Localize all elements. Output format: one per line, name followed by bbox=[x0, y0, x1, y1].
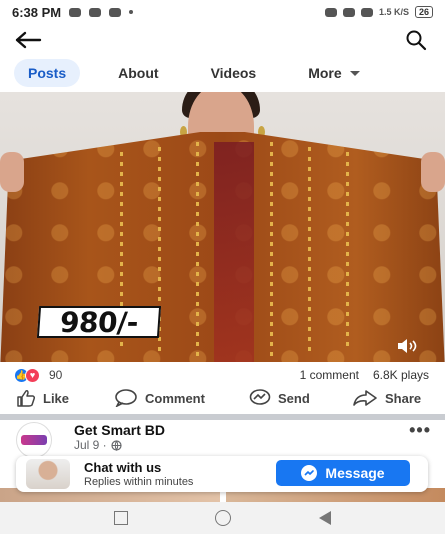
post-options-button[interactable]: ••• bbox=[409, 420, 431, 441]
tab-about[interactable]: About bbox=[104, 59, 172, 87]
embroidery-line bbox=[308, 147, 311, 357]
share-label: Share bbox=[385, 390, 422, 406]
back-arrow-icon[interactable] bbox=[14, 28, 44, 52]
send-label: Send bbox=[278, 390, 310, 406]
send-icon bbox=[249, 389, 271, 405]
comment-label: Comment bbox=[145, 390, 205, 406]
link-icon bbox=[342, 7, 355, 17]
reaction-summary[interactable]: 👍 ♥ 90 bbox=[14, 366, 62, 384]
search-icon[interactable] bbox=[403, 27, 429, 53]
reaction-count: 90 bbox=[49, 368, 63, 382]
comment-count[interactable]: 1 comment bbox=[300, 368, 359, 382]
comment-button[interactable]: Comment bbox=[114, 389, 205, 407]
recent-apps-icon[interactable] bbox=[113, 511, 128, 525]
notification-icon bbox=[69, 7, 82, 17]
post-header: Get Smart BD Jul 9 · ••• bbox=[0, 420, 445, 458]
page-tabs: Posts About Videos More bbox=[0, 56, 445, 90]
send-button[interactable]: Send bbox=[249, 389, 310, 407]
page-name[interactable]: Get Smart BD bbox=[74, 422, 165, 438]
message-button[interactable]: Message bbox=[276, 460, 410, 486]
top-bar bbox=[0, 24, 445, 54]
tab-videos[interactable]: Videos bbox=[197, 59, 271, 87]
home-icon[interactable] bbox=[215, 510, 232, 526]
post-actions: Like Comment Send Share bbox=[0, 387, 445, 411]
price-overlay: 980/- bbox=[36, 305, 162, 339]
like-icon bbox=[17, 390, 36, 407]
like-label: Like bbox=[43, 390, 70, 406]
voicemail-icon bbox=[109, 7, 122, 17]
volume-icon[interactable] bbox=[396, 338, 420, 354]
embroidery-line bbox=[346, 152, 349, 352]
alarm-icon bbox=[324, 7, 337, 17]
system-nav-bar bbox=[0, 502, 445, 534]
embroidery-line bbox=[196, 142, 199, 357]
post-date[interactable]: Jul 9 · bbox=[74, 438, 107, 452]
like-button[interactable]: Like bbox=[16, 389, 69, 407]
play-count: 6.8K plays bbox=[372, 368, 429, 382]
page-logo bbox=[21, 435, 47, 445]
model-hand-left bbox=[0, 152, 24, 192]
video-player[interactable]: 980/- bbox=[0, 92, 445, 362]
price-text: 980/- bbox=[58, 305, 140, 339]
comment-icon bbox=[115, 389, 137, 407]
embroidery-line bbox=[270, 142, 273, 357]
message-button-label: Message bbox=[325, 465, 385, 481]
tab-posts[interactable]: Posts bbox=[14, 59, 81, 87]
more-notifications-icon bbox=[129, 10, 134, 14]
caret-down-icon bbox=[349, 70, 360, 76]
page-avatar[interactable] bbox=[16, 422, 52, 458]
chat-avatar bbox=[26, 459, 70, 489]
dress-center-panel bbox=[214, 142, 254, 362]
tab-more[interactable]: More bbox=[294, 59, 373, 87]
tab-more-label: More bbox=[308, 65, 342, 81]
post-meta: Jul 9 · bbox=[74, 438, 122, 452]
globe-icon bbox=[111, 439, 122, 451]
engagement-stats: 1 comment 6.8K plays bbox=[300, 366, 429, 384]
network-speed: 1.5 K/S bbox=[378, 7, 409, 17]
messenger-notification-icon bbox=[89, 7, 102, 17]
status-bar: 6:38 PM 1.5 K/S 26 bbox=[0, 0, 445, 24]
chat-title: Chat with us bbox=[84, 460, 162, 475]
share-icon bbox=[353, 390, 377, 406]
share-button[interactable]: Share bbox=[352, 389, 421, 407]
battery-icon: 26 bbox=[414, 6, 433, 18]
wifi-icon bbox=[360, 7, 373, 17]
status-time: 6:38 PM bbox=[12, 4, 62, 20]
love-reaction-icon: ♥ bbox=[25, 367, 40, 383]
messenger-icon bbox=[301, 465, 318, 481]
model-hand-right bbox=[421, 152, 445, 192]
chat-subtitle: Replies within minutes bbox=[84, 476, 194, 488]
system-back-icon[interactable] bbox=[319, 511, 332, 525]
chat-prompt-card[interactable]: Chat with us Replies within minutes Mess… bbox=[16, 456, 428, 492]
